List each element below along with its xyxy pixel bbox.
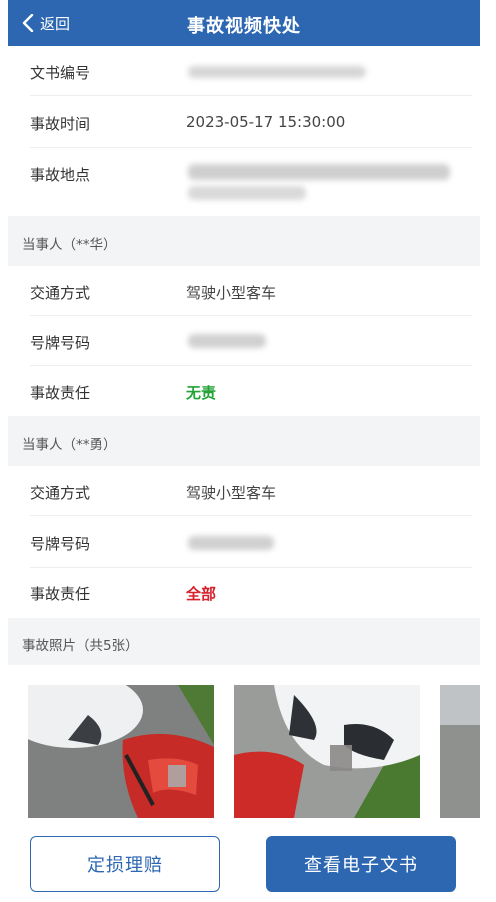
party1-liability-value: 无责 [186, 384, 217, 402]
assess-claim-button[interactable]: 定损理赔 [30, 836, 220, 892]
doc-number-row: 文书编号 [8, 46, 480, 96]
party2-liability-row: 事故责任 全部 [8, 568, 480, 618]
party1-plate-label: 号牌号码 [30, 334, 91, 352]
party1-transport-row: 交通方式 驾驶小型客车 [8, 266, 480, 316]
party2-header: 当事人（**勇） [22, 437, 117, 453]
doc-number-label: 文书编号 [30, 64, 91, 82]
accident-photo-1[interactable] [28, 685, 214, 818]
accident-info-card: 文书编号 事故时间 2023-05-17 15:30:00 事故地点 [8, 46, 480, 216]
party1-plate-row: 号牌号码 [8, 316, 480, 366]
accident-place-redacted-line1 [188, 164, 450, 180]
party2-plate-label: 号牌号码 [30, 535, 91, 553]
party2-liability-value: 全部 [186, 585, 217, 603]
app-frame: 返回 事故视频快处 文书编号 事故时间 2023-05-17 15:30:00 … [8, 0, 480, 902]
photo-strip[interactable] [8, 665, 480, 825]
party2-transport-label: 交通方式 [30, 484, 91, 502]
party1-card: 交通方式 驾驶小型客车 号牌号码 事故责任 无责 [8, 266, 480, 416]
accident-time-label: 事故时间 [30, 115, 91, 133]
photos-header: 事故照片（共5张） [22, 638, 139, 654]
party2-plate-redacted [188, 536, 274, 550]
party2-card: 交通方式 驾驶小型客车 号牌号码 事故责任 全部 [8, 466, 480, 618]
accident-photo-2[interactable] [234, 685, 420, 818]
accident-place-label: 事故地点 [30, 166, 91, 184]
page-title: 事故视频快处 [187, 16, 301, 37]
view-e-document-button[interactable]: 查看电子文书 [266, 836, 456, 892]
party2-transport-row: 交通方式 驾驶小型客车 [8, 466, 480, 516]
party1-liability-row: 事故责任 无责 [8, 366, 480, 416]
party1-transport-value: 驾驶小型客车 [186, 284, 277, 302]
accident-time-row: 事故时间 2023-05-17 15:30:00 [8, 96, 480, 148]
accident-time-value: 2023-05-17 15:30:00 [186, 113, 346, 131]
party1-plate-redacted [188, 334, 266, 348]
party2-liability-label: 事故责任 [30, 585, 91, 603]
accident-photo-3[interactable] [440, 685, 480, 818]
party2-plate-row: 号牌号码 [8, 516, 480, 568]
bottom-action-bar: 定损理赔 查看电子文书 [8, 820, 480, 902]
party1-header: 当事人（**华） [22, 237, 117, 253]
party1-transport-label: 交通方式 [30, 284, 91, 302]
app-header: 返回 事故视频快处 [8, 0, 480, 46]
party1-liability-label: 事故责任 [30, 384, 91, 402]
party2-transport-value: 驾驶小型客车 [186, 484, 277, 502]
accident-place-row: 事故地点 [8, 148, 480, 216]
doc-number-redacted [188, 66, 366, 78]
accident-place-redacted-line2 [188, 186, 306, 200]
